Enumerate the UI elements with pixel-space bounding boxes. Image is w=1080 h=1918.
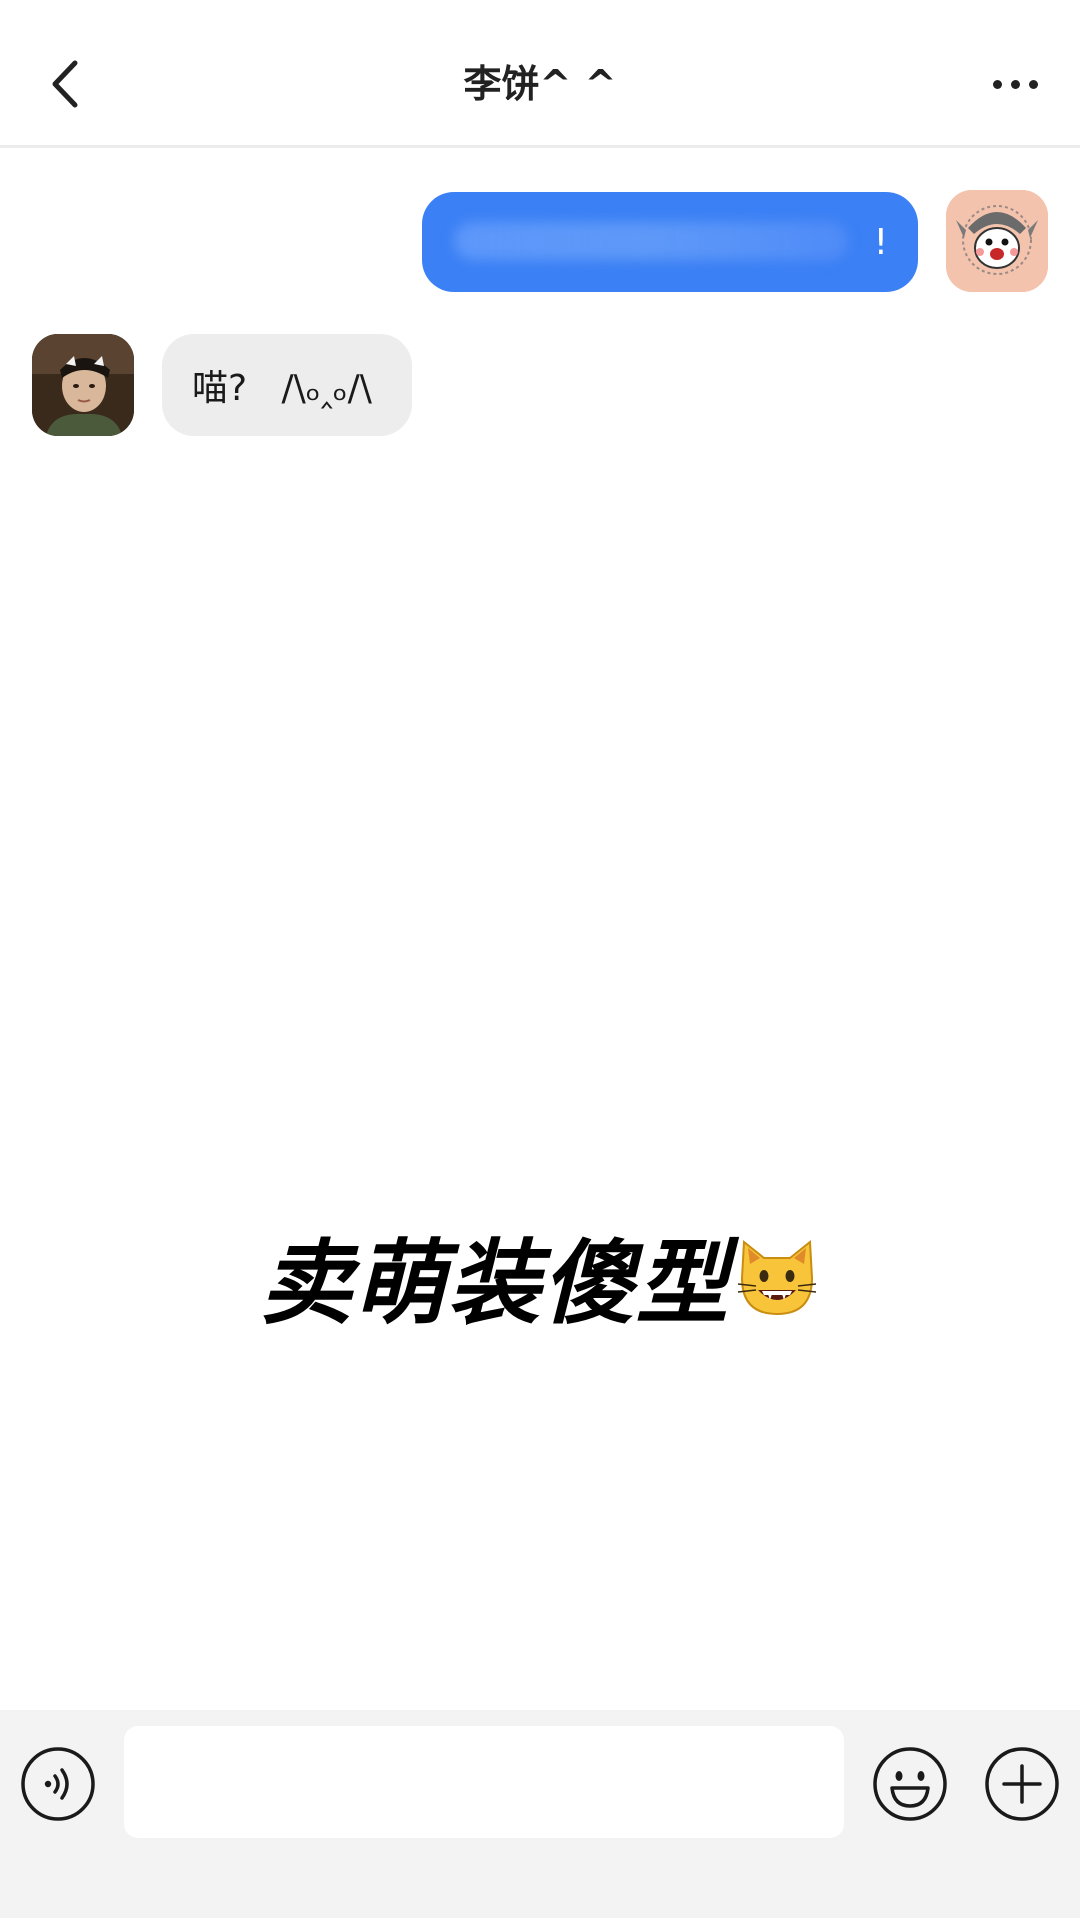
grinning-cat-emoji-icon	[737, 1240, 817, 1316]
my-avatar[interactable]	[946, 190, 1048, 292]
voice-icon[interactable]	[20, 1746, 96, 1822]
message-input[interactable]	[124, 1726, 844, 1838]
contact-avatar[interactable]	[32, 334, 134, 436]
cartoon-avatar-icon	[946, 190, 1048, 292]
chat-title: 李饼^ ^	[463, 62, 617, 106]
caption-text: 卖萌装傻型	[259, 1228, 730, 1337]
emoji-icon[interactable]	[872, 1746, 948, 1822]
outgoing-message-bubble[interactable]: !	[422, 192, 918, 292]
input-bar	[0, 1710, 1080, 1918]
incoming-message-text: 喵? /\ₒ‸ₒ/\	[192, 368, 372, 409]
more-options-button[interactable]	[980, 52, 1050, 116]
plus-icon[interactable]	[984, 1746, 1060, 1822]
back-button[interactable]	[34, 52, 94, 116]
chat-header: 李饼^ ^	[0, 0, 1080, 148]
person-photo-avatar-icon	[32, 334, 134, 436]
incoming-message-bubble[interactable]: 喵? /\ₒ‸ₒ/\	[162, 334, 412, 436]
more-dots-icon	[1028, 79, 1038, 89]
chat-screen: 李饼^ ^ ! 喵? /\ₒ‸ₒ/\ 卖萌装傻型	[0, 0, 1080, 1918]
chevron-left-icon	[52, 60, 78, 108]
outgoing-message-text: !	[873, 221, 890, 263]
more-dots-icon	[992, 79, 1002, 89]
caption-overlay: 卖萌装傻型	[0, 1220, 1080, 1337]
more-dots-icon	[1010, 79, 1020, 89]
